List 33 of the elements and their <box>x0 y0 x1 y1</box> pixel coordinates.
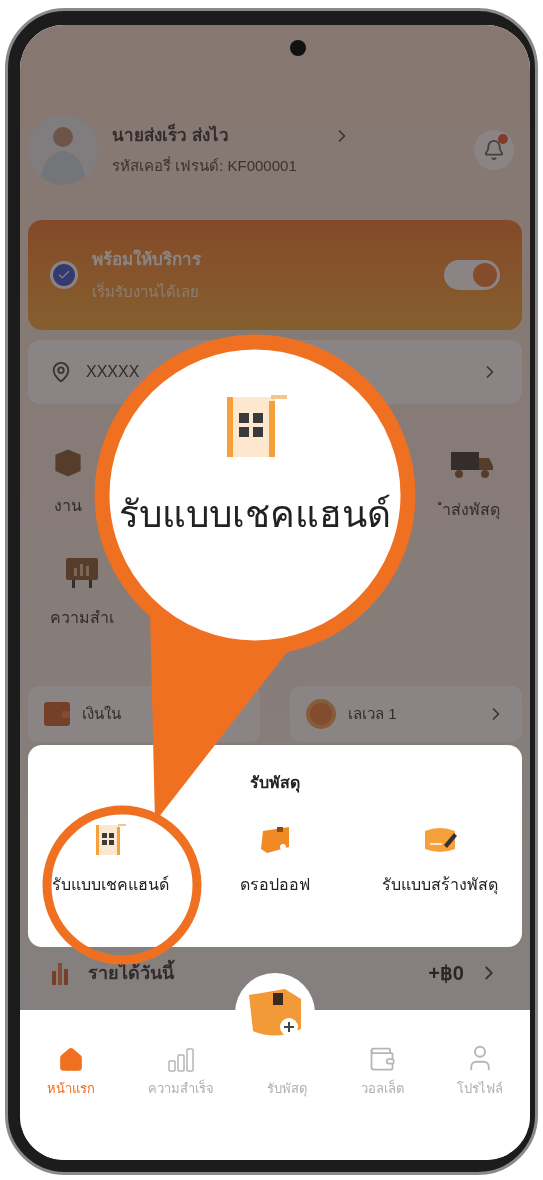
nav-tab[interactable]: ความสำเร็จ <box>144 1046 219 1098</box>
level-card[interactable]: เลเวล 1 <box>290 686 522 742</box>
pickup-option[interactable]: รับแบบสร้างพัสดุ <box>359 819 520 897</box>
callout-label: รับแบบเชคแฮนด์ <box>119 493 391 537</box>
location-text: XXXXX <box>86 362 140 382</box>
sheet-title: รับพัสดุ <box>250 773 300 795</box>
bar-chart-icon <box>166 1046 197 1073</box>
courier-code: รหัสเคอรี่ เฟรนด์: KF000001 <box>112 155 298 176</box>
medal-icon <box>306 699 336 729</box>
wallet-icon <box>44 702 70 726</box>
nav-tab[interactable]: รับพัสดุ <box>263 1078 312 1098</box>
status-subtitle: เริ่มรับงานได้เลย <box>92 281 200 302</box>
pickup-option[interactable]: รับแบบเชคแฮนด์ <box>30 819 191 897</box>
menu-label[interactable]: งาน <box>54 494 82 518</box>
income-amount: +฿0 <box>428 961 464 986</box>
nav-tab[interactable]: วอลเล็ต <box>356 1044 408 1098</box>
income-row[interactable]: รายได้วันนี้ +฿0 <box>28 948 522 998</box>
pickup-option[interactable]: ดรอปออฟ <box>195 819 355 897</box>
nav-tab[interactable]: หน้าแรก <box>42 1046 99 1098</box>
avatar <box>28 115 98 185</box>
notification-button[interactable] <box>474 130 514 170</box>
location-pin-icon <box>50 361 72 383</box>
level-label: เลเวล 1 <box>348 703 397 724</box>
home-icon <box>57 1046 84 1073</box>
bell-icon <box>483 139 505 161</box>
nav-tab[interactable]: โปรไฟล์ <box>453 1042 508 1098</box>
wallet-label: เงินใน <box>82 703 121 724</box>
availability-toggle[interactable] <box>444 260 500 290</box>
income-label: รายได้วันนี้ <box>88 959 174 987</box>
menu-label[interactable]: ความสำเ <box>50 606 114 630</box>
check-badge-icon <box>50 261 78 289</box>
user-name: นายส่งเร็ว ส่งไว <box>112 123 229 147</box>
status-title: พร้อมให้บริการ <box>92 248 201 271</box>
